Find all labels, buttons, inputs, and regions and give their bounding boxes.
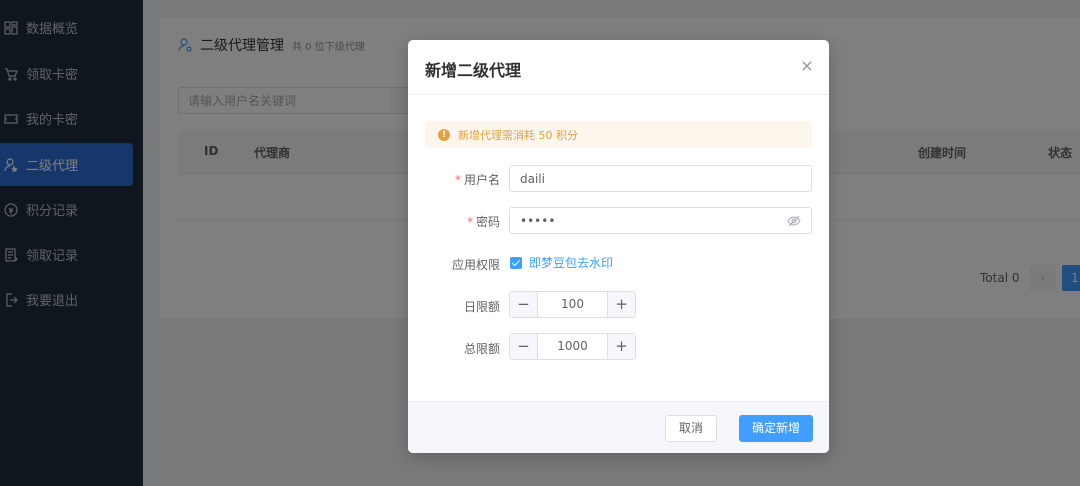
decrease-daily-button[interactable]: −: [510, 292, 538, 317]
cost-notice: ! 新增代理需消耗 50 积分: [425, 121, 812, 148]
decrease-total-button[interactable]: −: [510, 334, 538, 359]
password-input[interactable]: [520, 208, 787, 233]
permission-option-label[interactable]: 即梦豆包去水印: [529, 254, 613, 271]
checkbox-checked-icon[interactable]: [510, 256, 522, 269]
increase-total-button[interactable]: +: [607, 334, 635, 359]
permission-label: 应用权限: [451, 258, 500, 272]
permission-checkbox[interactable]: 即梦豆包去水印: [510, 254, 613, 271]
increase-daily-button[interactable]: +: [607, 292, 635, 317]
close-icon[interactable]: ×: [799, 58, 815, 74]
username-input[interactable]: [520, 166, 801, 191]
warning-icon: !: [438, 128, 450, 141]
eye-off-icon[interactable]: [787, 214, 801, 228]
dialog-divider: [408, 94, 829, 95]
notice-text: 新增代理需消耗 50 积分: [458, 128, 578, 142]
total-limit-stepper: − 1000 +: [509, 333, 636, 360]
total-limit-value[interactable]: 1000: [538, 334, 607, 359]
dialog-title: 新增二级代理: [425, 61, 522, 80]
dialog-footer: 取消 确定新增: [408, 401, 829, 453]
password-label: * 密码: [466, 215, 500, 229]
cancel-button[interactable]: 取消: [665, 415, 717, 442]
daily-limit-value[interactable]: 100: [538, 292, 607, 317]
confirm-add-button[interactable]: 确定新增: [739, 415, 813, 442]
total-limit-label: 总限额: [463, 342, 500, 356]
daily-limit-stepper: − 100 +: [509, 291, 636, 318]
username-field: [509, 165, 812, 192]
password-field: [509, 207, 812, 234]
daily-limit-label: 日限额: [463, 300, 500, 314]
username-label: * 用户名: [454, 173, 500, 187]
add-agent-dialog: 新增二级代理 × ! 新增代理需消耗 50 积分 *用户名 *密码 应用权限 即…: [408, 40, 829, 453]
